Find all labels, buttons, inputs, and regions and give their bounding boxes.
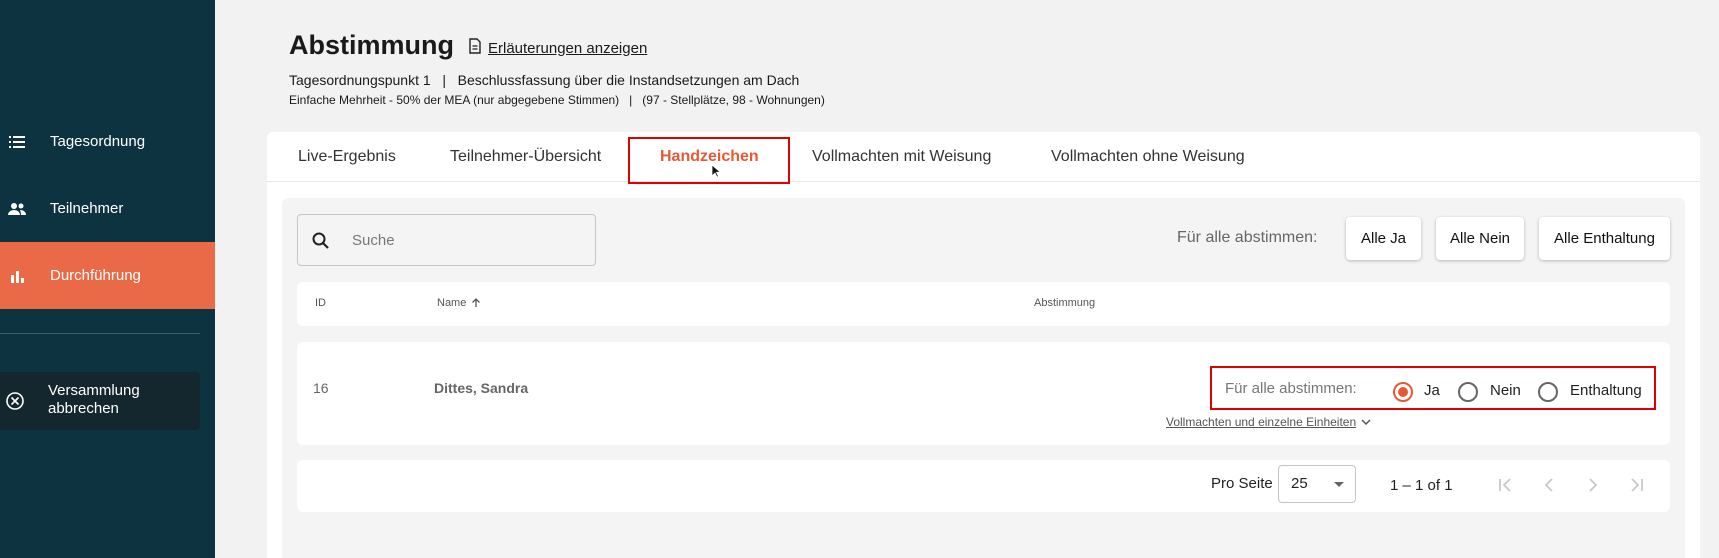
tabs-bar: Live-Ergebnis Teilnehmer-Übersicht Handz…	[267, 132, 1700, 184]
explain-link-label: Erläuterungen anzeigen	[488, 39, 648, 57]
row-name: Dittes, Sandra	[434, 380, 529, 396]
first-page-icon[interactable]	[1493, 473, 1517, 497]
row-vote-options: Für alle abstimmen: Ja Nein Enthaltung	[1210, 366, 1656, 410]
bar-chart-icon	[7, 266, 27, 286]
sidebar-item-durchfuehrung[interactable]: Durchführung	[0, 242, 215, 309]
all-yes-button[interactable]: Alle Ja	[1346, 217, 1421, 260]
mouse-cursor-icon	[711, 164, 721, 178]
tab-vollmachten-ohne-weisung[interactable]: Vollmachten ohne Weisung	[1051, 148, 1245, 166]
caret-down-icon	[1334, 482, 1344, 487]
sidebar-item-tagesordnung[interactable]: Tagesordnung	[0, 108, 215, 175]
sidebar-item-teilnehmer[interactable]: Teilnehmer	[0, 175, 215, 242]
last-page-icon[interactable]	[1625, 473, 1649, 497]
abort-meeting-button[interactable]: Versammlung abbrechen	[0, 372, 200, 430]
chevron-down-icon	[1361, 419, 1371, 426]
radio-nein-label[interactable]: Nein	[1490, 382, 1521, 399]
table-header: ID Name Abstimmung	[297, 282, 1670, 326]
search-input[interactable]	[352, 227, 582, 253]
close-circle-icon	[5, 391, 25, 411]
people-icon	[7, 199, 27, 219]
per-page-select[interactable]: 25	[1278, 465, 1356, 503]
sidebar: Tagesordnung Teilnehmer Durchführung Ver…	[0, 0, 215, 558]
column-header-vote: Abstimmung	[1034, 297, 1096, 309]
per-page-label: Pro Seite	[1211, 475, 1273, 492]
column-header-name-label: Name	[437, 297, 467, 309]
next-page-icon[interactable]	[1581, 473, 1605, 497]
page-title: Abstimmung	[289, 30, 454, 60]
proxy-units-link[interactable]: Vollmachten und einzelne Einheiten	[1166, 415, 1372, 429]
tab-highlight-box	[628, 137, 790, 184]
arrow-up-icon	[472, 298, 481, 307]
tab-teilnehmer-uebersicht[interactable]: Teilnehmer-Übersicht	[450, 148, 601, 166]
list-icon	[7, 132, 27, 152]
table-row: 16 Dittes, Sandra Für alle abstimmen: Ja…	[297, 342, 1670, 445]
agenda-item-line: Tagesordnungspunkt 1 | Beschlussfassung …	[289, 72, 800, 88]
search-icon	[311, 231, 331, 251]
column-header-id[interactable]: ID	[315, 297, 326, 309]
radio-ja[interactable]	[1393, 382, 1413, 402]
document-icon	[468, 38, 482, 58]
radio-enthaltung-label[interactable]: Enthaltung	[1570, 382, 1642, 399]
all-no-button[interactable]: Alle Nein	[1436, 217, 1524, 260]
pagination: Pro Seite 25 1 – 1 of 1	[297, 460, 1670, 512]
tab-live-ergebnis[interactable]: Live-Ergebnis	[298, 148, 396, 166]
radio-ja-label[interactable]: Ja	[1424, 382, 1440, 399]
sidebar-item-label: Teilnehmer	[50, 200, 124, 217]
sidebar-item-label: Tagesordnung	[50, 133, 146, 150]
column-header-name[interactable]: Name	[437, 297, 482, 309]
proxy-units-link-label: Vollmachten und einzelne Einheiten	[1166, 415, 1357, 429]
tab-vollmachten-mit-weisung[interactable]: Vollmachten mit Weisung	[812, 148, 991, 166]
sidebar-divider	[0, 333, 200, 334]
previous-page-icon[interactable]	[1537, 473, 1561, 497]
radio-enthaltung[interactable]	[1538, 382, 1558, 402]
per-page-value: 25	[1291, 475, 1308, 492]
explain-link[interactable]: Erläuterungen anzeigen	[468, 38, 647, 58]
search-box[interactable]	[297, 214, 596, 266]
row-vote-label: Für alle abstimmen:	[1225, 380, 1357, 397]
row-id: 16	[313, 380, 329, 396]
radio-nein[interactable]	[1458, 382, 1478, 402]
page-range: 1 – 1 of 1	[1390, 477, 1453, 494]
vote-all-label: Für alle abstimmen:	[1177, 229, 1318, 246]
majority-info-line: Einfache Mehrheit - 50% der MEA (nur abg…	[289, 93, 825, 107]
all-abstain-button[interactable]: Alle Enthaltung	[1539, 217, 1670, 260]
abort-meeting-label: Versammlung abbrechen	[48, 382, 140, 417]
sidebar-item-label: Durchführung	[50, 267, 141, 284]
